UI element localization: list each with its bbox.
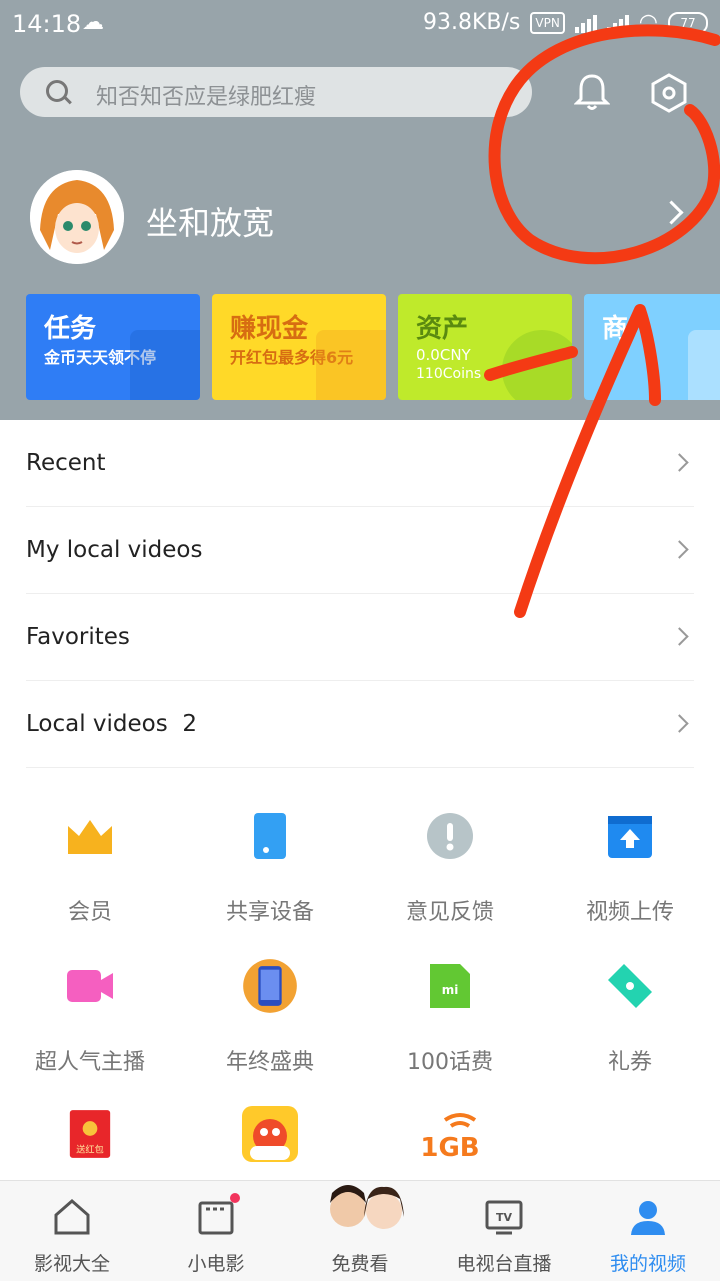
tv-icon: TV — [485, 1200, 523, 1235]
yen-icon — [316, 330, 386, 400]
menu-item-local-videos[interactable]: Local videos 2 — [26, 681, 694, 768]
phone-share-icon — [254, 813, 286, 859]
coin-icon — [502, 330, 572, 400]
tv-label: TV — [496, 1211, 513, 1224]
crown-icon — [68, 820, 112, 854]
grid-item-label: 共享设备 — [225, 900, 314, 925]
grid-item-label: 年终盛典 — [225, 1050, 314, 1075]
settings-icon[interactable] — [648, 72, 690, 114]
card-title: 赚现金 — [230, 314, 309, 344]
sim-card-icon: mi — [430, 964, 470, 1008]
grid-item-phone-credit[interactable]: mi 100话费 — [360, 950, 540, 1090]
film-icon — [198, 1201, 234, 1235]
grid-item-label: 视频上传 — [585, 900, 674, 925]
grid-item-coupon[interactable]: 礼券 — [540, 950, 720, 1090]
grid-item-share-device[interactable]: 共享设备 — [180, 800, 360, 940]
phone-gift-icon — [243, 959, 297, 1013]
network-speed: 93.8KB/s — [422, 10, 521, 35]
battery-icon: 77 — [668, 11, 708, 34]
clipboard-icon — [130, 330, 200, 400]
svg-text:mi: mi — [442, 983, 459, 997]
tab-label: 影视大全 — [33, 1253, 110, 1275]
camera-icon — [67, 970, 113, 1002]
user-icon — [631, 1201, 665, 1235]
tab-label: 小电影 — [187, 1253, 245, 1275]
card-title: 商 — [602, 314, 629, 344]
profile-row[interactable]: 坐和放宽 — [30, 170, 690, 264]
tab-my-videos[interactable]: 我的视频 — [576, 1181, 720, 1281]
vpn-badge: VPN — [530, 11, 565, 34]
search-icon — [46, 80, 68, 102]
bottom-tab-bar: 影视大全 小电影 免费看 TV 电视台直播 我的视频 — [0, 1180, 720, 1281]
menu-item-label: Recent — [26, 450, 106, 476]
chevron-right-icon — [670, 453, 689, 472]
menu-item-label: Local videos 2 — [26, 711, 197, 737]
chevron-right-icon — [670, 714, 689, 733]
chevron-right-icon — [659, 200, 684, 225]
menu-item-my-local-videos[interactable]: My local videos — [26, 507, 694, 594]
game-icon — [242, 1106, 298, 1162]
grid-item-feedback[interactable]: 意见反馈 — [360, 800, 540, 940]
tab-label: 免费看 — [331, 1253, 389, 1275]
menu-item-favorites[interactable]: Favorites — [26, 594, 694, 681]
bell-icon[interactable] — [574, 72, 610, 112]
grid-item-vip[interactable]: 会员 — [0, 800, 180, 940]
signal-icon — [574, 13, 597, 33]
search-placeholder: 知否知否应是绿肥红瘦 — [96, 85, 317, 110]
notification-dot — [230, 1193, 240, 1203]
menu-item-recent[interactable]: Recent — [26, 420, 694, 507]
feature-cards: 任务 金币天天领不停 赚现金 开红包最多得6元 资产 0.0CNY 110Coi… — [26, 294, 720, 400]
grid-item-label: 意见反馈 — [405, 900, 494, 925]
card-balance-coins: 110Coins — [416, 366, 482, 382]
grid-item-label: 会员 — [67, 900, 112, 925]
search-input[interactable]: 知否知否应是绿肥红瘦 — [20, 67, 532, 117]
menu-item-label: Favorites — [26, 624, 130, 650]
chevron-right-icon — [670, 627, 689, 646]
red-packet-text: 送红包 — [76, 1143, 103, 1155]
tab-tv-live[interactable]: TV 电视台直播 — [432, 1181, 576, 1281]
tab-label: 电视台直播 — [456, 1253, 552, 1275]
card-balance-cny: 0.0CNY — [416, 346, 471, 364]
chevron-right-icon — [670, 540, 689, 559]
home-icon — [54, 1199, 90, 1235]
tab-short-film[interactable]: 小电影 — [144, 1181, 288, 1281]
user-name: 坐和放宽 — [146, 204, 275, 242]
feedback-icon — [427, 813, 473, 859]
menu-item-label: My local videos — [26, 537, 203, 563]
status-time: 14:18 — [12, 10, 82, 38]
grid-item-label: 超人气主播 — [34, 1050, 145, 1075]
data-1gb-icon: 1GB — [420, 1113, 480, 1160]
upload-icon — [608, 816, 652, 858]
grid-item-live-streamer[interactable]: 超人气主播 — [0, 950, 180, 1090]
status-bar: 14:18 ☁ 93.8KB/s VPN ◠ 77 — [0, 0, 720, 50]
card-assets[interactable]: 资产 0.0CNY 110Coins — [398, 294, 572, 400]
card-title: 资产 — [416, 314, 469, 344]
ticket-icon — [608, 964, 652, 1008]
data-1gb-text: 1GB — [420, 1133, 479, 1160]
tab-home[interactable]: 影视大全 — [0, 1181, 144, 1281]
avatar[interactable] — [30, 170, 124, 264]
wifi-icon: ◠ — [638, 10, 658, 35]
shop-icon — [688, 330, 720, 400]
grid-item-label: 礼券 — [607, 1050, 652, 1075]
menu-list: Recent My local videos Favorites Local v… — [0, 420, 720, 768]
tab-label: 我的视频 — [609, 1253, 686, 1275]
grid-item-year-end-event[interactable]: 年终盛典 — [180, 950, 360, 1090]
card-tasks[interactable]: 任务 金币天天领不停 — [26, 294, 200, 400]
red-packet-icon: 送红包 — [69, 1110, 111, 1158]
card-title: 任务 — [44, 314, 97, 344]
card-shop[interactable]: 商 — [584, 294, 720, 400]
tab-free-watch[interactable]: 免费看 — [288, 1181, 432, 1281]
grid-item-video-upload[interactable]: 视频上传 — [540, 800, 720, 940]
actors-icon — [330, 1185, 404, 1229]
signal-hd-icon — [606, 13, 629, 33]
cloud-sun-icon: ☁ — [82, 10, 104, 35]
card-earn-cash[interactable]: 赚现金 开红包最多得6元 — [212, 294, 386, 400]
grid-item-label: 100话费 — [407, 1050, 493, 1075]
